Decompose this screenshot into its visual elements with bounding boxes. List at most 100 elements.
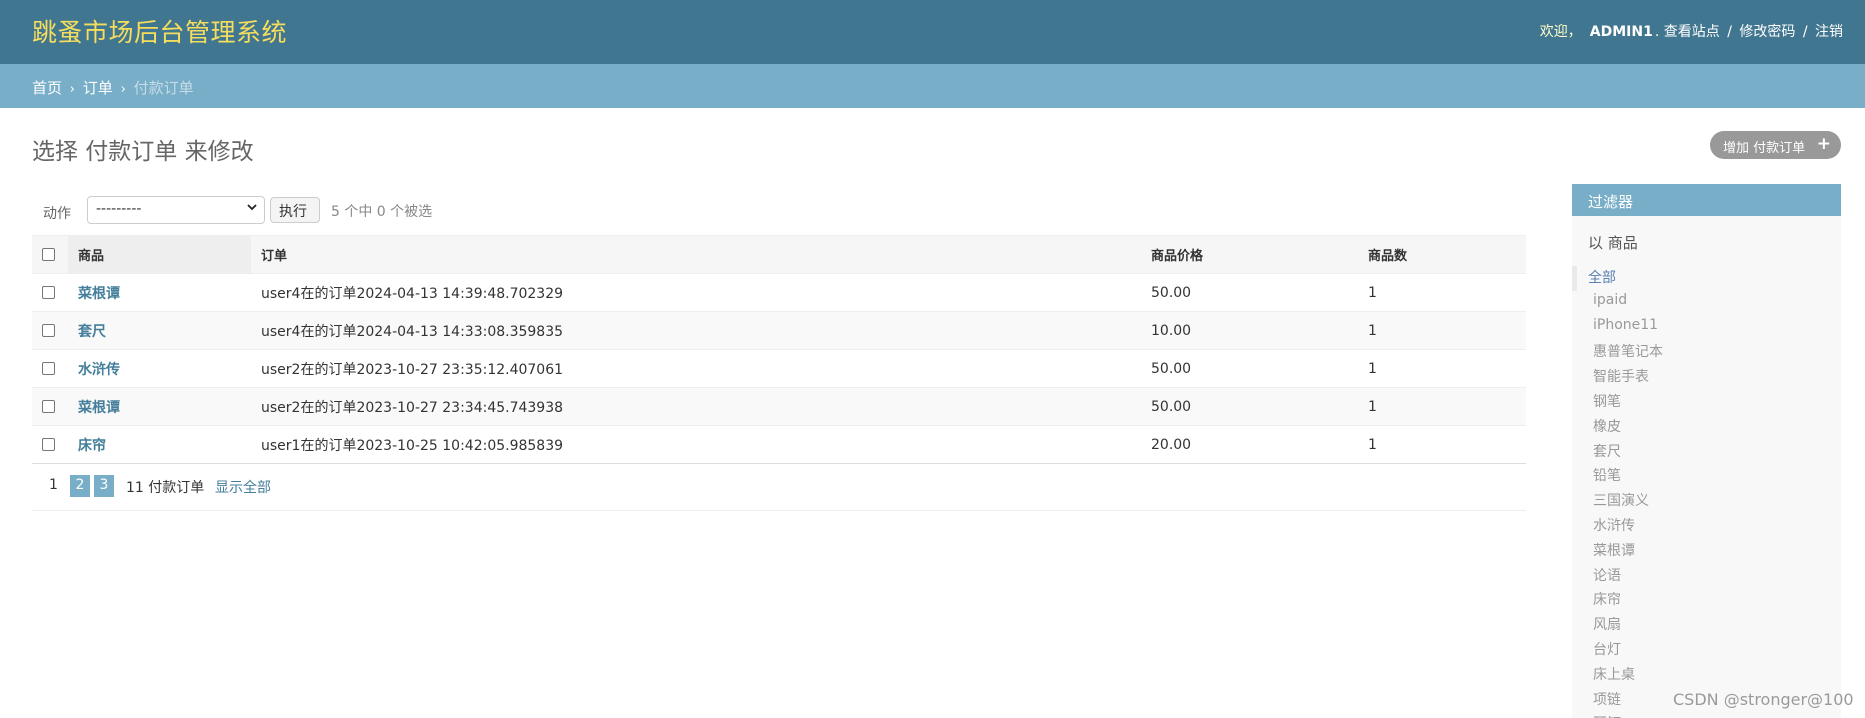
page-link[interactable]: 2 (70, 475, 90, 497)
logout-link[interactable]: 注销 (1815, 24, 1843, 40)
product-link[interactable]: 菜根谭 (68, 273, 251, 312)
view-site-link[interactable]: 查看站点 (1664, 24, 1720, 40)
table-header-row: 商品 订单 商品价格 商品数 (32, 235, 1526, 274)
current-page: 1 (49, 477, 58, 493)
order-cell: user4在的订单2024-04-13 14:39:48.702329 (251, 273, 1141, 312)
filter-list: 全部 ipaid iPhone11 惠普笔记本 智能手表 钢笔 橡皮 套尺 铅笔 三国演义 水浒传菜… (1572, 266, 1841, 718)
filter-item[interactable]: 台灯 (1572, 638, 1841, 663)
price-cell: 20.00 (1141, 425, 1358, 464)
table-row: 菜根谭 user4在的订单2024-04-13 14:39:48.702329 … (32, 273, 1526, 312)
breadcrumb-home[interactable]: 首页 (32, 79, 62, 97)
username-suffix: . (1654, 24, 1660, 40)
action-select[interactable]: --------- (87, 196, 265, 224)
filter-panel: 过滤器 以 商品 全部 ipaid iPhone11 惠普笔记本 智能手表 钢笔 橡皮 套尺铅… (1572, 184, 1841, 718)
filter-item[interactable]: 智能手表 (1572, 365, 1841, 390)
action-select-value: --------- (96, 201, 142, 217)
quantity-cell: 1 (1358, 425, 1526, 464)
price-cell: 50.00 (1141, 273, 1358, 312)
product-link[interactable]: 套尺 (68, 311, 251, 350)
select-all-cell (32, 235, 68, 274)
page-title: 选择 付款订单 来修改 (32, 139, 254, 165)
select-all-checkbox[interactable] (42, 248, 55, 261)
product-link[interactable]: 水浒传 (68, 349, 251, 388)
go-button[interactable]: 执行 (270, 197, 320, 223)
actions-bar: 动作 --------- 执行 5 个中 0 个被选 (32, 196, 1526, 236)
add-button-label: 增加 付款订单 (1723, 141, 1806, 156)
filter-title: 过滤器 (1572, 184, 1841, 216)
order-cell: user4在的订单2024-04-13 14:33:08.359835 (251, 311, 1141, 350)
row-checkbox[interactable] (42, 286, 55, 299)
row-checkbox-cell (32, 425, 68, 464)
filter-item[interactable]: 三国演义 (1572, 489, 1841, 514)
table-row: 水浒传 user2在的订单2023-10-27 23:35:12.407061 … (32, 349, 1526, 388)
column-header-product[interactable]: 商品 (68, 235, 251, 274)
add-paid-order-button[interactable]: 增加 付款订单 + (1710, 131, 1841, 159)
row-checkbox[interactable] (42, 400, 55, 413)
table-row: 床帘 user1在的订单2023-10-25 10:42:05.985839 2… (32, 425, 1526, 464)
order-cell: user1在的订单2023-10-25 10:42:05.985839 (251, 425, 1141, 464)
filter-item[interactable]: 全部 (1572, 266, 1841, 291)
row-checkbox-cell (32, 387, 68, 426)
quantity-cell: 1 (1358, 349, 1526, 388)
breadcrumb-current: 付款订单 (133, 79, 194, 97)
chevron-down-icon (246, 201, 258, 216)
plus-icon: + (1816, 134, 1831, 154)
separator: / (1727, 24, 1732, 40)
order-cell: user2在的订单2023-10-27 23:35:12.407061 (251, 349, 1141, 388)
filter-item[interactable]: 套尺 (1572, 440, 1841, 465)
filter-by-heading: 以 商品 (1588, 234, 1638, 252)
column-header-price[interactable]: 商品价格 (1141, 235, 1358, 274)
filter-item[interactable]: 论语 (1572, 564, 1841, 589)
filter-item[interactable]: 橡皮 (1572, 415, 1841, 440)
paginator: 1 2 3 11 付款订单 显示全部 (32, 462, 1526, 511)
quantity-cell: 1 (1358, 387, 1526, 426)
row-checkbox[interactable] (42, 438, 55, 451)
product-link[interactable]: 床帘 (68, 425, 251, 464)
price-cell: 50.00 (1141, 349, 1358, 388)
row-checkbox[interactable] (42, 362, 55, 375)
filter-item[interactable]: 水浒传 (1572, 514, 1841, 539)
filter-item[interactable]: ipaid (1572, 291, 1841, 316)
filter-item[interactable]: iPhone11 (1572, 316, 1841, 341)
quantity-cell: 1 (1358, 273, 1526, 312)
site-name[interactable]: 跳蚤市场后台管理系统 (32, 13, 287, 49)
breadcrumb: 首页 › 订单 › 付款订单 (0, 64, 1865, 108)
welcome-text: 欢迎， (1539, 24, 1582, 40)
header: 跳蚤市场后台管理系统 欢迎， ADMIN1. 查看站点 / 修改密码 / 注销 (0, 0, 1865, 64)
product-link[interactable]: 菜根谭 (68, 387, 251, 426)
change-password-link[interactable]: 修改密码 (1739, 24, 1795, 40)
filter-item[interactable]: 惠普笔记本 (1572, 340, 1841, 365)
row-checkbox-cell (32, 311, 68, 350)
row-checkbox-cell (32, 273, 68, 312)
column-header-order[interactable]: 订单 (251, 235, 1141, 274)
selection-counter: 5 个中 0 个被选 (331, 204, 433, 220)
filter-item[interactable]: 床上桌 (1572, 663, 1841, 688)
column-header-quantity[interactable]: 商品数 (1358, 235, 1526, 274)
row-checkbox-cell (32, 349, 68, 388)
order-cell: user2在的订单2023-10-27 23:34:45.743938 (251, 387, 1141, 426)
price-cell: 10.00 (1141, 311, 1358, 350)
filter-item[interactable]: 床帘 (1572, 588, 1841, 613)
filter-item[interactable]: 菜根谭 (1572, 539, 1841, 564)
username: ADMIN1 (1589, 24, 1653, 40)
separator: / (1802, 24, 1808, 40)
watermark: CSDN @stronger@100 (1673, 690, 1854, 709)
breadcrumb-arrow: › (120, 82, 126, 97)
filter-item[interactable]: 铅笔 (1572, 464, 1841, 489)
page-link[interactable]: 3 (94, 475, 114, 497)
breadcrumb-app[interactable]: 订单 (83, 79, 113, 97)
table-row: 套尺 user4在的订单2024-04-13 14:33:08.359835 1… (32, 311, 1526, 350)
user-tools: 欢迎， ADMIN1. 查看站点 / 修改密码 / 注销 (1540, 21, 1843, 41)
result-total: 11 付款订单 (126, 480, 205, 496)
breadcrumb-arrow: › (69, 82, 75, 97)
action-label: 动作 (43, 206, 71, 222)
filter-item[interactable]: 风扇 (1572, 613, 1841, 638)
result-table: 商品 订单 商品价格 商品数 菜根谭 user4在的订单2024-04-13 1… (32, 235, 1526, 464)
price-cell: 50.00 (1141, 387, 1358, 426)
show-all-link[interactable]: 显示全部 (215, 477, 271, 497)
table-row: 菜根谭 user2在的订单2023-10-27 23:34:45.743938 … (32, 387, 1526, 426)
filter-item[interactable]: 钢笔 (1572, 390, 1841, 415)
quantity-cell: 1 (1358, 311, 1526, 350)
row-checkbox[interactable] (42, 324, 55, 337)
filter-item[interactable]: 耳钉 (1572, 712, 1841, 718)
